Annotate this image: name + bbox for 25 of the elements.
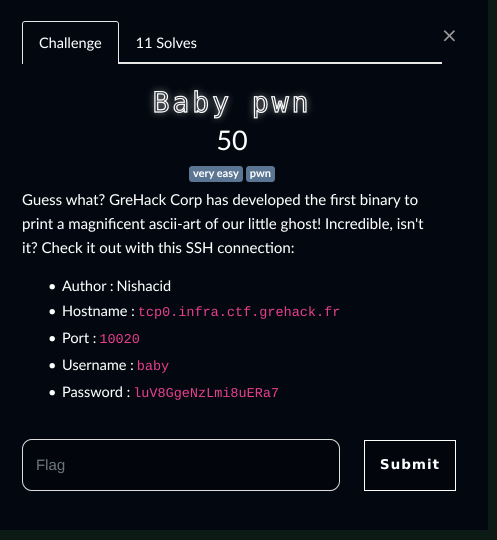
bullet: • xyxy=(48,302,58,322)
detail-value: 10020 xyxy=(99,332,140,350)
bullet: • xyxy=(48,277,58,297)
bullet: • xyxy=(48,329,58,349)
close-button[interactable]: × xyxy=(441,26,458,44)
points-value: 50 xyxy=(216,122,248,158)
detail-label: Password : xyxy=(62,383,130,403)
detail-label: Author : xyxy=(62,277,114,297)
bullet: • xyxy=(48,356,58,376)
bullet: • xyxy=(48,383,58,403)
detail-value: baby xyxy=(136,359,170,377)
description-text: Guess what? GreHack Corp has developed the first binary to print a magnificent ascii-art of our little ghost! Incredible, isn't it? Check it out with this SSH connection: xyxy=(22,190,425,259)
tag: pwn xyxy=(246,166,275,182)
tag: very easy xyxy=(188,166,243,182)
flag-input[interactable]: Flag xyxy=(22,439,340,491)
submit-button[interactable]: Submit xyxy=(364,440,456,490)
tab[interactable]: 11 Solves xyxy=(118,21,214,64)
detail-label: Port : xyxy=(62,329,96,349)
detail-label: Username : xyxy=(62,356,134,376)
detail-value: Nishacid xyxy=(116,277,172,297)
detail-value: luV8GgeNzLmi8uERa7 xyxy=(133,386,280,404)
challenge-title: Baby pwn xyxy=(152,86,312,120)
tab[interactable]: Challenge xyxy=(22,21,119,64)
detail-value: tcp0.infra.ctf.grehack.fr xyxy=(138,305,340,323)
detail-label: Hostname : xyxy=(62,302,135,322)
